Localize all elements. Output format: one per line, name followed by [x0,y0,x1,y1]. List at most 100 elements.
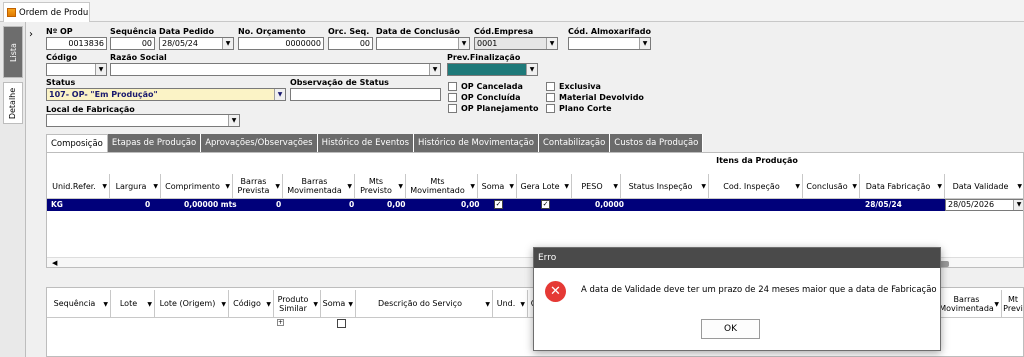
no-orcamento-field[interactable]: 0000000 [238,37,324,50]
op-planejamento-checkbox[interactable] [448,104,457,113]
col-header-codigo[interactable]: Código [229,290,274,318]
cell-mts-movimentado: 0,00 [461,200,480,209]
tab-historico-movimentacao[interactable]: Histórico de Movimentação [414,134,539,152]
error-icon: ✕ [545,281,566,302]
col-header-mt-previsto[interactable]: Mt Previ [1002,290,1023,318]
data-validade-editor[interactable]: 28/05/2026 ▼ [945,199,1023,211]
scroll-left-icon[interactable]: ◀ [52,259,57,267]
chevron-down-icon[interactable]: ▼ [458,38,469,49]
tab-aprovacoes[interactable]: Aprovações/Observações [201,134,318,152]
exclusiva-label: Exclusiva [559,82,601,91]
document-tab-label: Ordem de Produ… [19,7,90,18]
col-header-unid-refer[interactable]: Unid.Refer. [47,174,110,199]
exclusiva-checkbox[interactable] [546,82,555,91]
col-header-und[interactable]: Und. [493,290,528,318]
chevron-down-icon[interactable]: ▼ [429,64,440,75]
prev-finalizacao-field[interactable]: ▼ [447,63,538,76]
cod-almoxarifado-field[interactable]: ▼ [568,37,651,50]
orc-seq-label: Orc. Seq. [328,27,370,36]
expand-icon[interactable]: + [277,319,284,326]
orc-seq-field[interactable]: 00 [328,37,373,50]
prev-finalizacao-label: Prev.Finalização [447,53,521,62]
dialog-title: Erro [534,248,940,268]
col-header-peso[interactable]: PESO [572,174,621,199]
nro-op-field[interactable]: 0013836 [46,37,107,50]
data-pedido-field[interactable]: 28/05/24 ▼ [159,37,234,50]
cod-empresa-field[interactable]: 0001 ▼ [474,37,558,50]
error-dialog: Erro ✕ A data de Validade deve ter um pr… [533,247,941,351]
chevron-down-icon[interactable]: ▼ [639,38,650,49]
local-fabricacao-label: Local de Fabricação [46,105,135,114]
razao-social-field[interactable]: ▼ [110,63,441,76]
tab-composicao[interactable]: Composição [46,134,108,152]
tab-etapas-producao[interactable]: Etapas de Produção [107,134,202,152]
cell-barras-prevista: 0 [276,200,282,209]
chevron-down-icon[interactable]: ▼ [1013,200,1023,210]
col-header-conclusao[interactable]: Conclusão [803,174,860,199]
chevron-down-icon[interactable]: ▼ [95,64,106,75]
tab-historico-eventos[interactable]: Histórico de Eventos [317,134,415,152]
col-header-comprimento[interactable]: Comprimento [161,174,233,199]
sequencia-label: Sequência [110,27,157,36]
material-devolvido-label: Material Devolvido [559,93,644,102]
op-planejamento-label: OP Planejamento [461,104,539,113]
tab-bar: Composição Etapas de Produção Aprovações… [46,134,704,152]
cell-mts-previsto: 0,00 [387,200,406,209]
cell-barras-movimentada: 0 [349,200,355,209]
op-cancelada-checkbox[interactable] [448,82,457,91]
soma-checkbox[interactable]: ✓ [494,200,503,209]
col-header-barras-movimentada-2[interactable]: Barras Movimentada [939,290,1002,318]
chevron-down-icon[interactable]: ▼ [228,115,239,126]
col-header-data-validade[interactable]: Data Validade [945,174,1023,199]
col-header-mts-movimentado[interactable]: Mts Movimentado [406,174,478,199]
razao-social-label: Razão Social [110,53,167,62]
cell-peso: 0,0000 [595,200,624,209]
col-header-descricao-servico[interactable]: Descrição do Serviço [356,290,493,318]
soma-filter-checkbox[interactable] [337,319,346,328]
col-header-barras-movimentada[interactable]: Barras Movimentada [283,174,355,199]
col-header-cod-inspecao[interactable]: Cod. Inspeção [709,174,803,199]
col-header-data-fabricacao[interactable]: Data Fabricação [860,174,945,199]
plano-corte-checkbox[interactable] [546,104,555,113]
nro-op-label: Nº OP [46,27,73,36]
chevron-down-icon[interactable]: ▼ [222,38,233,49]
col-header-soma[interactable]: Soma [478,174,517,199]
no-orcamento-label: No. Orçamento [238,27,306,36]
op-cancelada-label: OP Cancelada [461,82,523,91]
document-tab[interactable]: Ordem de Produ… [3,2,90,22]
side-tab-lista[interactable]: Lista [3,26,23,78]
op-concluida-checkbox[interactable] [448,93,457,102]
chevron-right-icon[interactable]: › [29,29,33,40]
tab-contabilizacao[interactable]: Contabilização [538,134,611,152]
data-conclusao-field[interactable]: ▼ [376,37,470,50]
local-fabricacao-field[interactable]: ▼ [46,114,240,127]
chevron-down-icon[interactable]: ▼ [274,89,285,100]
gera-lote-checkbox[interactable]: ✓ [541,200,550,209]
tab-custos-producao[interactable]: Custos da Produção [610,134,704,152]
col-header-sequencia[interactable]: Sequência [47,290,111,318]
col-header-produto-similar[interactable]: Produto Similar [274,290,321,318]
sequencia-field[interactable]: 00 [110,37,155,50]
op-concluida-label: OP Concluída [461,93,521,102]
status-field[interactable]: 107- OP- "Em Produção" ▼ [46,88,286,101]
col-header-mts-previsto[interactable]: Mts Previsto [355,174,406,199]
side-tab-detalhe-label: Detalhe [8,87,18,119]
col-header-status-inspecao[interactable]: Status Inspeção [621,174,709,199]
col-header-gera-lote[interactable]: Gera Lote [517,174,572,199]
material-devolvido-checkbox[interactable] [546,93,555,102]
chevron-down-icon[interactable]: ▼ [546,38,557,49]
data-pedido-value: 28/05/24 [162,39,198,48]
ok-button[interactable]: OK [701,319,760,339]
side-tab-detalhe[interactable]: Detalhe [3,82,23,124]
codigo-field[interactable]: ▼ [46,63,107,76]
data-pedido-label: Data Pedido [159,27,215,36]
chevron-down-icon[interactable]: ▼ [526,64,537,75]
cell-unid: KG [51,200,63,209]
col-header-lote-origem[interactable]: Lote (Origem) [155,290,229,318]
col-header-barras-prevista[interactable]: Barras Prevista [233,174,283,199]
col-header-lote[interactable]: Lote [111,290,155,318]
col-header-largura[interactable]: Largura [110,174,161,199]
obs-status-field[interactable] [290,88,441,101]
cell-largura: 0 [145,200,151,209]
col-header-soma-2[interactable]: Soma [321,290,356,318]
